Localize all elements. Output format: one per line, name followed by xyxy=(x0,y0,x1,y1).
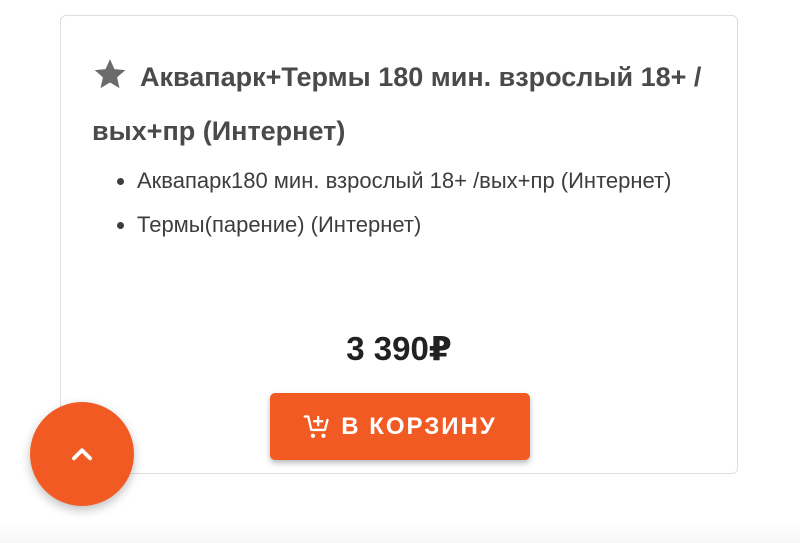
included-services-list: Аквапарк180 мин. взрослый 18+ /вых+пр (И… xyxy=(105,162,737,250)
scroll-to-top-button[interactable] xyxy=(30,402,134,506)
add-to-cart-button[interactable]: В КОРЗИНУ xyxy=(270,393,530,460)
add-to-cart-label: В КОРЗИНУ xyxy=(341,412,497,440)
product-price: 3 390₽ xyxy=(346,330,452,367)
product-title-row: Аквапарк+Термы 180 мин. взрослый 18+ /вы… xyxy=(92,50,712,158)
list-item: Аквапарк180 мин. взрослый 18+ /вых+пр (И… xyxy=(137,162,737,200)
page-bottom-shade xyxy=(0,521,800,543)
list-item: Термы(парение) (Интернет) xyxy=(137,206,737,244)
star-icon xyxy=(94,59,126,89)
product-card: Аквапарк+Термы 180 мин. взрослый 18+ /вы… xyxy=(60,15,738,474)
product-title: Аквапарк+Термы 180 мин. взрослый 18+ /вы… xyxy=(92,62,702,146)
chevron-up-icon xyxy=(72,448,92,461)
add-to-cart-icon xyxy=(303,414,329,438)
